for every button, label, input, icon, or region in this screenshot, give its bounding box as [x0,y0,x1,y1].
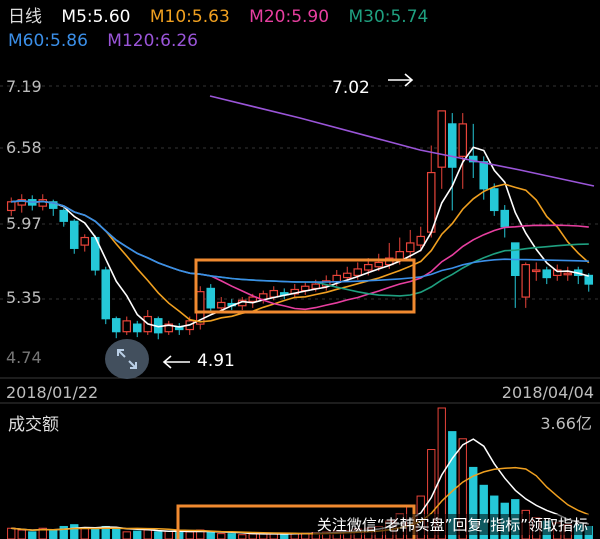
ghost-price-label: 4.74 [6,348,42,367]
candle-body [542,269,552,279]
volume-bar [164,530,173,539]
candle-body [353,268,363,277]
volume-max-label: 3.66亿 [540,414,592,433]
candle-body [395,251,405,260]
volume-bar [7,527,16,539]
candle-body [563,272,573,276]
volume-bar [206,531,215,539]
zoom-icon [117,349,137,369]
candle-body [206,287,216,309]
volume-bar [28,531,37,539]
candle-body [6,201,16,212]
candle-body [59,209,69,222]
candle-body [269,289,279,298]
volume-bar [133,530,142,539]
y-tick-label: 6.58 [6,138,42,157]
x-date-label-start: 2018/01/22 [6,383,99,402]
volume-bar [227,533,236,539]
candle-body [405,242,415,253]
volume-bar [248,533,257,539]
candle-body [122,320,132,333]
volume-bar [70,524,79,539]
ma120-line [209,95,595,187]
arrow-left-icon [162,355,190,369]
watermark-text: 关注微信“老韩实盘”回复“指标”领取指标 [312,514,592,535]
volume-bar [49,529,58,539]
candle-body [437,110,447,168]
candle-body [132,323,142,333]
volume-bar [112,527,121,539]
volume-bar [17,529,26,539]
candle-body [521,263,531,298]
candle-body [38,199,48,207]
candle-body [489,188,499,212]
candle-body [101,269,111,320]
volume-bar [154,531,163,539]
low-annotation: 4.91 [197,351,235,371]
candle-body [111,318,121,333]
y-tick-label: 5.35 [6,288,42,307]
candle-body [584,274,594,285]
volume-bar [238,534,247,539]
y-tick-label: 5.97 [6,214,42,233]
candle-body [447,123,457,168]
x-date-label-end: 2018/04/04 [501,383,594,402]
volume-bar [185,531,194,539]
arrow-right-icon [388,73,414,87]
candle-body [216,301,226,309]
high-annotation: 7.02 [332,78,370,98]
volume-bar [122,531,131,539]
candle-body [416,235,426,246]
candle-body [69,220,79,249]
candle-body [500,209,510,228]
zoom-button[interactable] [105,339,149,379]
candle-body [342,272,352,279]
candle-body [332,274,342,283]
candle-body [479,161,489,190]
volume-title: 成交额 [8,415,59,435]
y-tick-label: 7.19 [6,77,42,96]
volume-bar [143,529,152,539]
candle-body [363,263,373,271]
volume-bar [91,528,100,539]
volume-bar [80,527,89,539]
candle-body [80,236,90,246]
candle-body [374,261,384,268]
candle-body [458,123,468,157]
chart-canvas [0,73,600,539]
volume-bar [217,533,226,539]
candle-body [531,269,541,273]
